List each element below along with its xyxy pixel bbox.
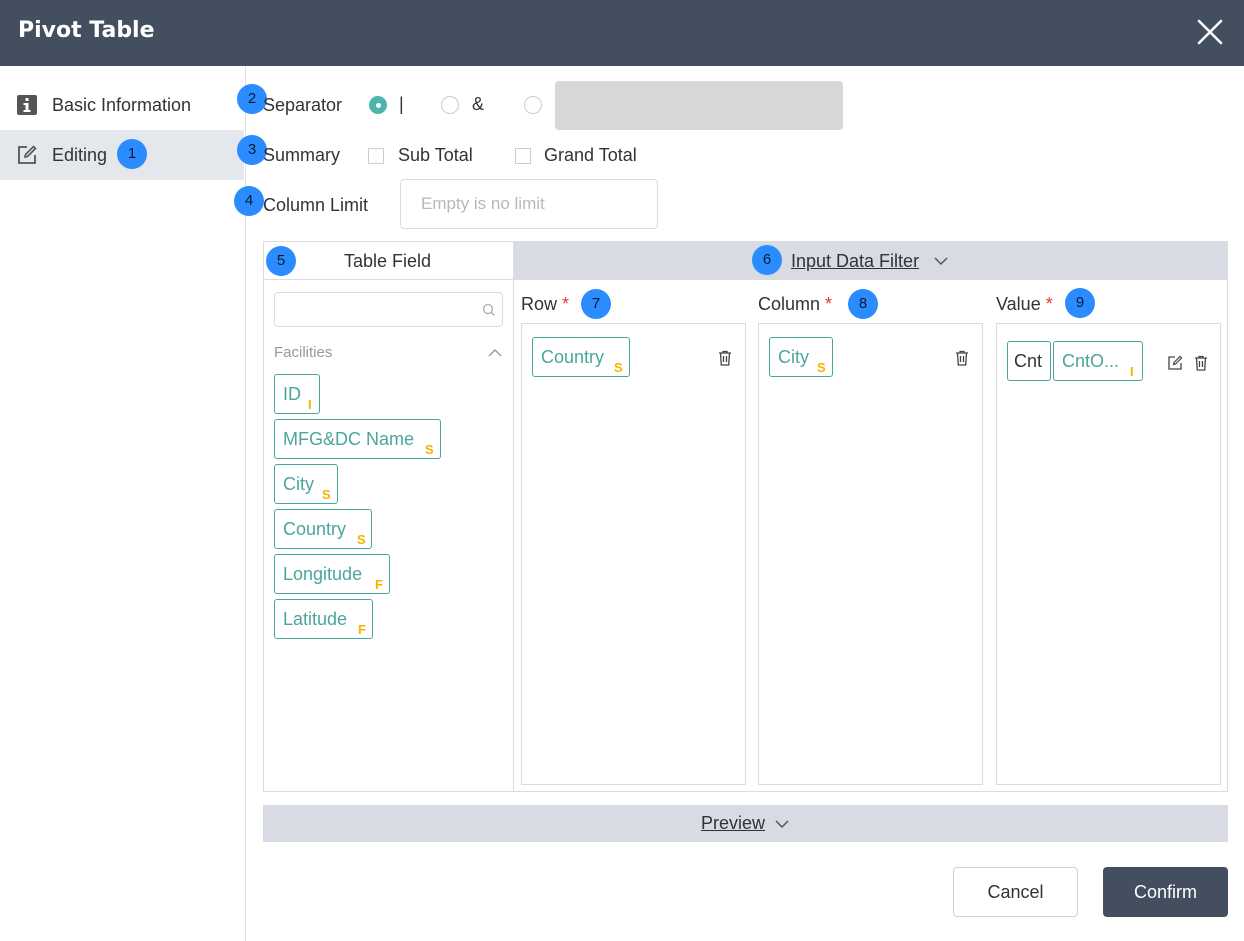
preview-toggle[interactable]: Preview (263, 805, 1228, 842)
field-type-tag: I (1130, 364, 1134, 379)
aggregate-label: Cnt (1014, 351, 1043, 371)
field-type-tag: F (358, 622, 366, 637)
column-field-chip-city[interactable]: City S (769, 337, 833, 377)
separator-option-ampersand: & (472, 94, 485, 114)
field-type-tag: I (308, 397, 312, 412)
field-name: ID (283, 384, 301, 404)
chevron-down-icon (775, 820, 789, 829)
annotation-badge: 9 (1065, 288, 1095, 318)
info-icon (17, 95, 37, 115)
field-chip-id[interactable]: ID I (274, 374, 320, 414)
dialog-header: Pivot Table (0, 0, 1244, 66)
annotation-badge: 7 (581, 289, 611, 319)
value-field-chip[interactable]: CntO... I (1053, 341, 1143, 381)
row-field-chip-country[interactable]: Country S (532, 337, 630, 377)
field-type-tag: S (322, 487, 331, 502)
field-type-tag: S (357, 532, 366, 547)
confirm-button[interactable]: Confirm (1103, 867, 1228, 917)
trash-icon[interactable] (1194, 355, 1208, 371)
separator-radio-pipe[interactable] (369, 96, 387, 114)
column-limit-label: Column Limit (263, 195, 369, 215)
field-search-input[interactable] (274, 292, 503, 327)
row-zone-label: Row * (521, 294, 570, 314)
edit-icon[interactable] (1167, 355, 1183, 371)
field-chip-city[interactable]: City S (274, 464, 338, 504)
field-name: City (283, 474, 314, 494)
aggregate-selector[interactable]: Cnt (1007, 341, 1051, 381)
field-type-tag: F (375, 577, 383, 592)
trash-icon[interactable] (718, 350, 732, 366)
field-type-tag: S (614, 360, 623, 375)
table-field-list: Facilities ID I MFG&DC Name S City S Cou… (264, 280, 514, 791)
grand-total-checkbox[interactable] (515, 148, 531, 164)
sub-total-checkbox[interactable] (368, 148, 384, 164)
value-zone-label: Value * (996, 294, 1053, 314)
field-chip-latitude[interactable]: Latitude F (274, 599, 373, 639)
column-drop-zone[interactable]: City S (758, 323, 983, 785)
separator-radio-custom[interactable] (524, 96, 542, 114)
field-name: Latitude (283, 609, 348, 629)
cancel-button[interactable]: Cancel (953, 867, 1078, 917)
annotation-badge: 6 (752, 245, 782, 275)
annotation-badge: 4 (234, 186, 264, 216)
preview-label: Preview (701, 813, 766, 833)
field-name: City (778, 347, 809, 367)
field-chip-country[interactable]: Country S (274, 509, 372, 549)
close-icon[interactable] (1196, 18, 1224, 46)
field-chip-longitude[interactable]: Longitude F (274, 554, 390, 594)
annotation-badge: 1 (117, 139, 147, 169)
field-type-tag: S (425, 442, 434, 457)
column-limit-input[interactable] (400, 179, 658, 229)
row-drop-zone[interactable]: Country S (521, 323, 746, 785)
search-icon (482, 303, 495, 316)
sub-total-label: Sub Total (398, 145, 473, 165)
separator-option-pipe: | (399, 94, 404, 114)
field-type-tag: S (817, 360, 826, 375)
sidebar-item-label: Basic Information (52, 95, 192, 115)
table-field-header: Table Field (264, 242, 514, 280)
sidebar-item-label: Editing (52, 145, 108, 165)
separator-label: Separator (263, 95, 343, 115)
chevron-down-icon (934, 257, 948, 266)
trash-icon[interactable] (955, 350, 969, 366)
custom-separator-input[interactable] (555, 81, 843, 130)
chevron-up-icon[interactable] (488, 348, 502, 357)
column-zone-label: Column * (758, 294, 833, 314)
input-data-filter-label: Input Data Filter (791, 251, 920, 271)
pivot-config-panel: Table Field Input Data Filter Facilities… (263, 241, 1228, 792)
summary-label: Summary (263, 145, 341, 165)
field-name: Country (541, 347, 605, 367)
grand-total-label: Grand Total (544, 145, 637, 165)
field-group-label: Facilities (274, 344, 333, 361)
field-name: Country (283, 519, 347, 539)
annotation-badge: 5 (266, 246, 296, 276)
value-drop-zone[interactable]: Cnt CntO... I (996, 323, 1221, 785)
dialog-title: Pivot Table (18, 18, 155, 43)
edit-icon (18, 145, 37, 164)
separator-radio-ampersand[interactable] (441, 96, 459, 114)
input-data-filter-toggle[interactable]: Input Data Filter (514, 242, 1227, 280)
field-name: CntO... (1062, 351, 1120, 371)
field-name: Longitude (283, 564, 363, 584)
table-field-title: Table Field (344, 251, 432, 271)
sidebar: Basic Information Editing (0, 66, 246, 941)
field-name: MFG&DC Name (283, 429, 415, 449)
annotation-badge: 8 (848, 289, 878, 319)
field-chip-mfg-dc-name[interactable]: MFG&DC Name S (274, 419, 441, 459)
sidebar-item-basic-information[interactable]: Basic Information (0, 80, 244, 130)
